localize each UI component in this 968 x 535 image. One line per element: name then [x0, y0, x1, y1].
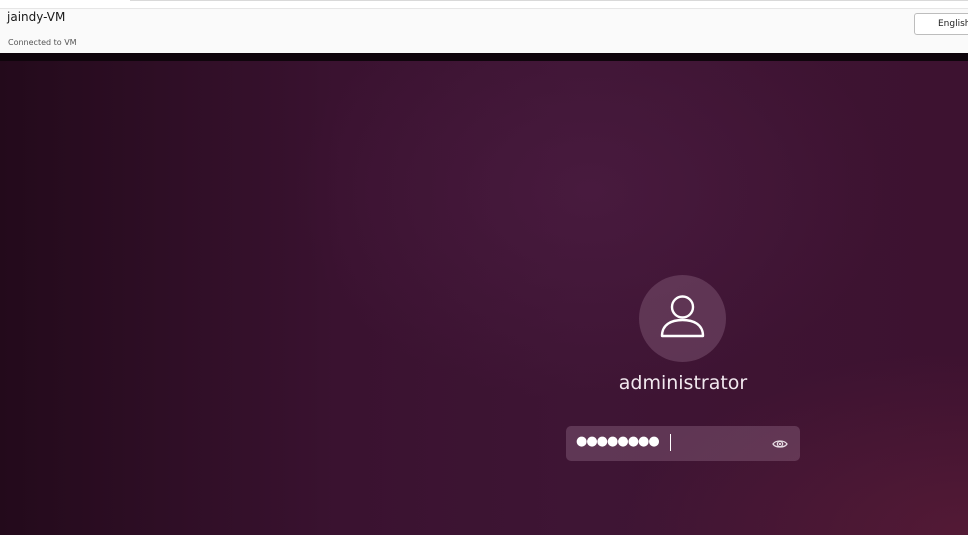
password-mask: ●●●●●●●● — [576, 434, 660, 449]
address-bar-edge — [130, 0, 968, 1]
vm-name: jaindy-VM — [7, 10, 66, 24]
user-icon — [660, 295, 705, 338]
header-divider — [0, 53, 968, 61]
text-caret — [670, 434, 671, 451]
connection-status: Connected to VM — [8, 38, 77, 47]
language-button[interactable]: English — [914, 13, 968, 35]
eye-icon[interactable] — [771, 435, 789, 453]
user-avatar[interactable] — [639, 275, 726, 362]
vm-login-screen: administrator ●●●●●●●● — [0, 61, 968, 535]
username-label: administrator — [618, 372, 748, 394]
password-field[interactable]: ●●●●●●●● — [566, 426, 800, 461]
top-strip — [0, 0, 968, 8]
vm-connection-header: jaindy-VM Connected to VM English — [0, 8, 968, 53]
